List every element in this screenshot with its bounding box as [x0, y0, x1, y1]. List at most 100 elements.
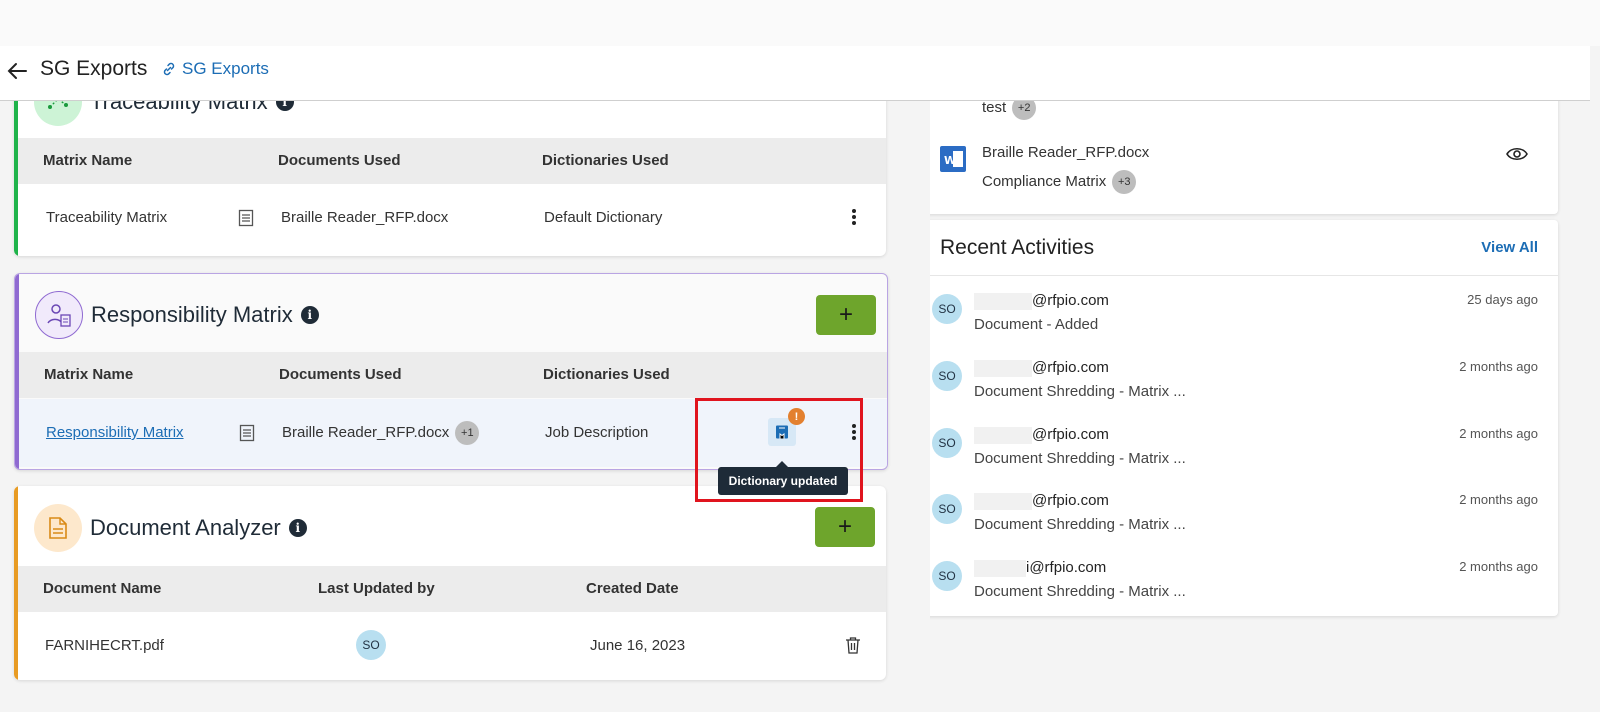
table-row: FARNIHECRT.pdf SO June 16, 2023 [18, 612, 886, 680]
activity-time: 2 months ago [1459, 559, 1538, 574]
activity-item: SO @rfpio.com Document Shredding - Matri… [930, 359, 1558, 425]
eye-icon[interactable] [1506, 146, 1528, 162]
activity-email: i@rfpio.com [974, 559, 1106, 577]
activity-description: Document Shredding - Matrix ... [974, 383, 1186, 400]
responsibility-title: Responsibility Matrix [91, 302, 293, 327]
avatar: SO [356, 630, 386, 660]
file-subtitle: Compliance Matrix +3 [982, 170, 1137, 194]
file-matrix-name: Compliance Matrix [982, 172, 1107, 190]
page-header: SG Exports SG Exports [0, 46, 1590, 101]
view-all-link[interactable]: View All [1481, 239, 1538, 256]
activity-email-text: @rfpio.com [1032, 426, 1109, 443]
info-icon[interactable]: i [300, 306, 319, 324]
column-header: Matrix Name [44, 366, 134, 383]
document-used: Braille Reader_RFP.docx [281, 209, 449, 226]
dictionary-used: Default Dictionary [544, 209, 663, 226]
documents-panel: test +2 W Braille Reader_RFP.docx Complia… [930, 100, 1558, 214]
responsibility-table-header: Matrix Name Documents Used Dictionaries … [19, 352, 887, 398]
activity-email-text: @rfpio.com [1032, 492, 1109, 509]
redacted-mask [974, 492, 1032, 510]
matrix-name[interactable]: Traceability Matrix [46, 209, 167, 226]
column-header: Document Name [43, 580, 162, 597]
row-menu-icon[interactable] [850, 207, 858, 229]
document-list-icon [238, 209, 254, 227]
document-group-label: test +2 [982, 100, 1037, 120]
column-header: Dictionaries Used [542, 152, 669, 169]
recent-activities-panel: Recent Activities View All SO @rfpio.com… [930, 220, 1558, 616]
activity-description: Document Shredding - Matrix ... [974, 516, 1186, 533]
document-name: Braille Reader_RFP.docx [282, 423, 450, 441]
column-header: Last Updated by [318, 580, 435, 597]
document-name[interactable]: FARNIHECRT.pdf [45, 637, 164, 654]
word-file-icon: W [940, 146, 966, 172]
page-title: SG Exports [40, 57, 148, 80]
file-name[interactable]: Braille Reader_RFP.docx [982, 144, 1149, 161]
activity-item: SO i@rfpio.com Document Shredding - Matr… [930, 559, 1558, 616]
activity-description: Document Shredding - Matrix ... [974, 583, 1186, 600]
info-icon[interactable]: i [275, 100, 294, 111]
activity-email: @rfpio.com [974, 292, 1109, 310]
link-icon [163, 62, 175, 76]
add-responsibility-matrix-button[interactable]: + [816, 295, 876, 335]
document-analyzer-icon [34, 504, 82, 552]
document-list-icon [239, 424, 255, 442]
avatar: SO [932, 361, 962, 391]
redacted-mask [974, 426, 1032, 444]
analyzer-table-header: Document Name Last Updated by Created Da… [18, 566, 886, 612]
info-icon[interactable]: i [288, 519, 307, 537]
activity-email: @rfpio.com [974, 426, 1109, 444]
traceability-table-header: Matrix Name Documents Used Dictionaries … [18, 138, 886, 184]
divider [930, 275, 1558, 276]
project-link-label: SG Exports [182, 59, 269, 78]
avatar: SO [932, 294, 962, 324]
more-badge[interactable]: +3 [1112, 170, 1137, 194]
back-arrow-icon[interactable] [6, 60, 28, 82]
recent-activities-title: Recent Activities [940, 236, 1095, 259]
activity-item: SO @rfpio.com Document - Added 25 days a… [930, 292, 1558, 358]
activity-email: @rfpio.com [974, 492, 1109, 510]
activity-time: 25 days ago [1467, 292, 1538, 307]
redacted-mask [974, 559, 1026, 577]
redacted-mask [974, 359, 1032, 377]
svg-text:W: W [944, 154, 956, 167]
avatar: SO [932, 494, 962, 524]
activity-time: 2 months ago [1459, 426, 1538, 441]
activity-item: SO @rfpio.com Document Shredding - Matri… [930, 426, 1558, 492]
delete-icon[interactable] [845, 636, 861, 654]
activity-description: Document Shredding - Matrix ... [974, 450, 1186, 467]
highlight-box [695, 398, 863, 502]
column-header: Matrix Name [43, 152, 133, 169]
activity-email-text: @rfpio.com [1032, 292, 1109, 309]
activity-email: @rfpio.com [974, 359, 1109, 377]
avatar: SO [932, 428, 962, 458]
avatar: SO [932, 561, 962, 591]
activity-email-text: @rfpio.com [1032, 359, 1109, 376]
activity-item: SO @rfpio.com Document Shredding - Matri… [930, 492, 1558, 558]
document-analyzer-card: Document Analyzer i + Document Name Last… [14, 486, 886, 680]
column-header: Dictionaries Used [543, 366, 670, 383]
document-analyzer-title: Document Analyzer [90, 515, 281, 540]
activity-email-text: i@rfpio.com [1026, 559, 1107, 576]
activity-description: Document - Added [974, 316, 1099, 333]
right-column: test +2 W Braille Reader_RFP.docx Complia… [930, 100, 1600, 712]
project-link[interactable]: SG Exports [162, 59, 269, 79]
document-used: Braille Reader_RFP.docx +1 [282, 421, 480, 445]
column-header: Documents Used [278, 152, 401, 169]
top-strip [0, 0, 1600, 46]
table-row: Traceability Matrix Braille Reader_RFP.d… [18, 185, 886, 253]
redacted-mask [974, 292, 1032, 310]
activity-time: 2 months ago [1459, 492, 1538, 507]
matrix-name-link[interactable]: Responsibility Matrix [46, 424, 184, 441]
traceability-matrix-card: Traceability Matrix i Matrix Name Docume… [14, 100, 886, 256]
more-documents-badge[interactable]: +1 [455, 421, 480, 445]
responsibility-icon [35, 291, 83, 339]
column-header: Documents Used [279, 366, 402, 383]
dictionary-used: Job Description [545, 424, 649, 441]
document-group-name: test [982, 100, 1007, 116]
more-badge[interactable]: +2 [1012, 100, 1037, 120]
traceability-icon [34, 100, 82, 126]
traceability-title: Traceability Matrix [90, 100, 268, 114]
column-header: Created Date [586, 580, 679, 597]
add-document-button[interactable]: + [815, 507, 875, 547]
activity-time: 2 months ago [1459, 359, 1538, 374]
